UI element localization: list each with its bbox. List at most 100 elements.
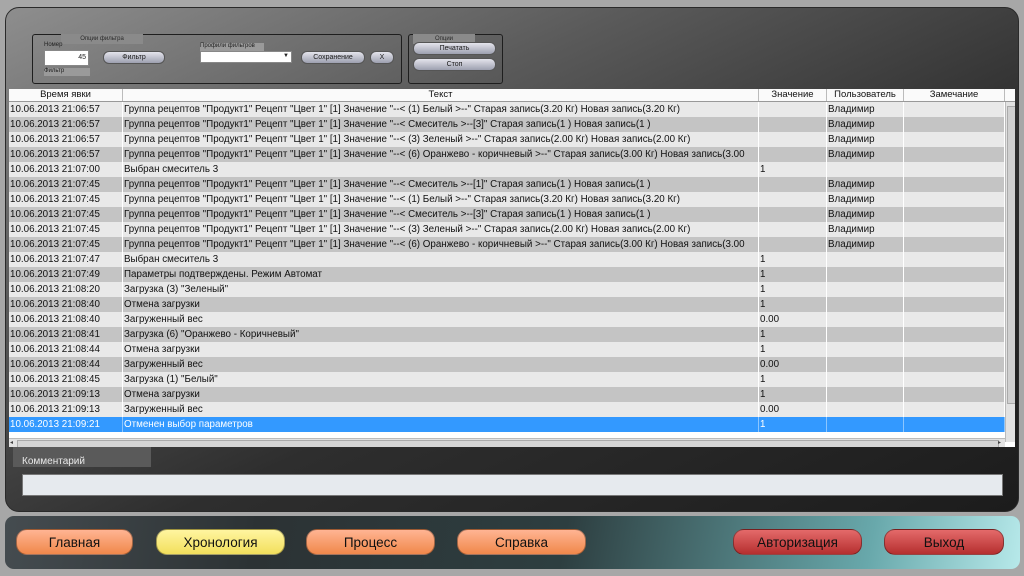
- number-input[interactable]: 45: [44, 50, 89, 66]
- cell-user: Владимир: [827, 102, 904, 117]
- clear-filter-button[interactable]: X: [370, 51, 394, 64]
- cell-value: 1: [759, 327, 827, 342]
- table-row[interactable]: 10.06.2013 21:08:20 Загрузка (3) "Зеленый…: [9, 282, 1005, 297]
- nav-exit-button[interactable]: Выход: [884, 529, 1004, 555]
- vertical-scroll-thumb[interactable]: [1007, 106, 1015, 404]
- table-row[interactable]: 10.06.2013 21:08:44 Отмена загрузки 1: [9, 342, 1005, 357]
- cell-user: Владимир: [827, 177, 904, 192]
- cell-value: 1: [759, 267, 827, 282]
- cell-user: [827, 417, 904, 432]
- nav-main-button[interactable]: Главная: [16, 529, 133, 555]
- table-row[interactable]: 10.06.2013 21:08:40 Загруженный вес 0.00: [9, 312, 1005, 327]
- cell-time: 10.06.2013 21:07:45: [9, 222, 123, 237]
- cell-text: Группа рецептов "Продукт1" Рецепт "Цвет …: [123, 192, 759, 207]
- comment-field[interactable]: [22, 474, 1003, 496]
- column-header-time[interactable]: Время явки: [9, 89, 123, 101]
- cell-text: Группа рецептов "Продукт1" Рецепт "Цвет …: [123, 147, 759, 162]
- stop-button[interactable]: Стоп: [413, 58, 496, 71]
- nav-auth-button[interactable]: Авторизация: [733, 529, 862, 555]
- cell-note: [904, 327, 1005, 342]
- cell-value: [759, 237, 827, 252]
- scroll-left-icon[interactable]: ◂: [10, 439, 13, 446]
- cell-user: [827, 162, 904, 177]
- vertical-scrollbar[interactable]: [1005, 102, 1015, 442]
- table-row[interactable]: 10.06.2013 21:07:45 Группа рецептов "Прод…: [9, 207, 1005, 222]
- cell-text: Группа рецептов "Продукт1" Рецепт "Цвет …: [123, 177, 759, 192]
- cell-value: 1: [759, 387, 827, 402]
- cell-time: 10.06.2013 21:06:57: [9, 147, 123, 162]
- cell-time: 10.06.2013 21:07:00: [9, 162, 123, 177]
- table-row[interactable]: 10.06.2013 21:07:45 Группа рецептов "Прод…: [9, 222, 1005, 237]
- cell-note: [904, 117, 1005, 132]
- cell-user: [827, 282, 904, 297]
- table-row[interactable]: 10.06.2013 21:09:21 Отменен выбор парамет…: [9, 417, 1005, 432]
- horizontal-scroll-thumb[interactable]: [17, 440, 999, 447]
- cell-time: 10.06.2013 21:06:57: [9, 117, 123, 132]
- cell-note: [904, 342, 1005, 357]
- cell-text: Отменен выбор параметров: [123, 417, 759, 432]
- table-row[interactable]: 10.06.2013 21:08:40 Отмена загрузки 1: [9, 297, 1005, 312]
- cell-note: [904, 387, 1005, 402]
- cell-user: [827, 297, 904, 312]
- nav-history-button[interactable]: Хронология: [156, 529, 285, 555]
- cell-user: [827, 372, 904, 387]
- cell-note: [904, 402, 1005, 417]
- nav-help-button[interactable]: Справка: [457, 529, 586, 555]
- cell-time: 10.06.2013 21:06:57: [9, 132, 123, 147]
- cell-value: [759, 207, 827, 222]
- nav-process-button[interactable]: Процесс: [306, 529, 435, 555]
- table-row[interactable]: 10.06.2013 21:08:44 Загруженный вес 0.00: [9, 357, 1005, 372]
- column-header-text[interactable]: Текст: [123, 89, 759, 101]
- column-header-user[interactable]: Пользователь: [827, 89, 904, 101]
- cell-note: [904, 282, 1005, 297]
- table-row[interactable]: 10.06.2013 21:06:57 Группа рецептов "Прод…: [9, 117, 1005, 132]
- cell-text: Группа рецептов "Продукт1" Рецепт "Цвет …: [123, 102, 759, 117]
- cell-time: 10.06.2013 21:07:45: [9, 177, 123, 192]
- horizontal-scrollbar[interactable]: ◂ ▸: [9, 438, 1005, 447]
- table-row[interactable]: 10.06.2013 21:09:13 Отмена загрузки 1: [9, 387, 1005, 402]
- column-header-value[interactable]: Значение: [759, 89, 827, 101]
- cell-text: Параметры подтверждены. Режим Автомат: [123, 267, 759, 282]
- table-row[interactable]: 10.06.2013 21:07:45 Группа рецептов "Прод…: [9, 192, 1005, 207]
- cell-time: 10.06.2013 21:08:41: [9, 327, 123, 342]
- table-row[interactable]: 10.06.2013 21:08:41 Загрузка (6) "Оранжев…: [9, 327, 1005, 342]
- cell-value: [759, 117, 827, 132]
- cell-time: 10.06.2013 21:09:13: [9, 387, 123, 402]
- cell-text: Загрузка (3) "Зеленый": [123, 282, 759, 297]
- save-button[interactable]: Сохранение: [301, 51, 365, 64]
- table-row[interactable]: 10.06.2013 21:07:47 Выбран смеситель 31: [9, 252, 1005, 267]
- filter-button[interactable]: Фильтр: [103, 51, 165, 64]
- cell-value: [759, 192, 827, 207]
- filter-profiles-label: Профили фильтров: [200, 43, 264, 51]
- cell-value: [759, 222, 827, 237]
- table-row[interactable]: 10.06.2013 21:07:49 Параметры подтвержден…: [9, 267, 1005, 282]
- table-row[interactable]: 10.06.2013 21:06:57 Группа рецептов "Прод…: [9, 102, 1005, 117]
- cell-time: 10.06.2013 21:09:13: [9, 402, 123, 417]
- cell-text: Отмена загрузки: [123, 342, 759, 357]
- cell-value: 1: [759, 282, 827, 297]
- cell-user: [827, 312, 904, 327]
- cell-text: Группа рецептов "Продукт1" Рецепт "Цвет …: [123, 132, 759, 147]
- cell-note: [904, 312, 1005, 327]
- column-header-note[interactable]: Замечание: [904, 89, 1005, 101]
- cell-text: Группа рецептов "Продукт1" Рецепт "Цвет …: [123, 222, 759, 237]
- table-row[interactable]: 10.06.2013 21:07:00 Выбран смеситель 31: [9, 162, 1005, 177]
- scroll-right-icon[interactable]: ▸: [998, 439, 1001, 446]
- cell-user: [827, 267, 904, 282]
- print-button[interactable]: Печатать: [413, 42, 496, 55]
- table-row[interactable]: 10.06.2013 21:07:45 Группа рецептов "Прод…: [9, 237, 1005, 252]
- table-row[interactable]: 10.06.2013 21:08:45 Загрузка (1) "Белый" 1: [9, 372, 1005, 387]
- cell-note: [904, 147, 1005, 162]
- cell-note: [904, 237, 1005, 252]
- cell-time: 10.06.2013 21:07:45: [9, 192, 123, 207]
- cell-value: [759, 147, 827, 162]
- cell-user: [827, 402, 904, 417]
- cell-note: [904, 267, 1005, 282]
- filter-profiles-select[interactable]: ▼: [200, 51, 292, 63]
- table-row[interactable]: 10.06.2013 21:09:13 Загруженный вес 0.00: [9, 402, 1005, 417]
- table-row[interactable]: 10.06.2013 21:06:57 Группа рецептов "Прод…: [9, 147, 1005, 162]
- table-row[interactable]: 10.06.2013 21:07:45 Группа рецептов "Прод…: [9, 177, 1005, 192]
- table-row[interactable]: 10.06.2013 21:06:57 Группа рецептов "Прод…: [9, 132, 1005, 147]
- cell-time: 10.06.2013 21:08:45: [9, 372, 123, 387]
- cell-text: Выбран смеситель 3: [123, 252, 759, 267]
